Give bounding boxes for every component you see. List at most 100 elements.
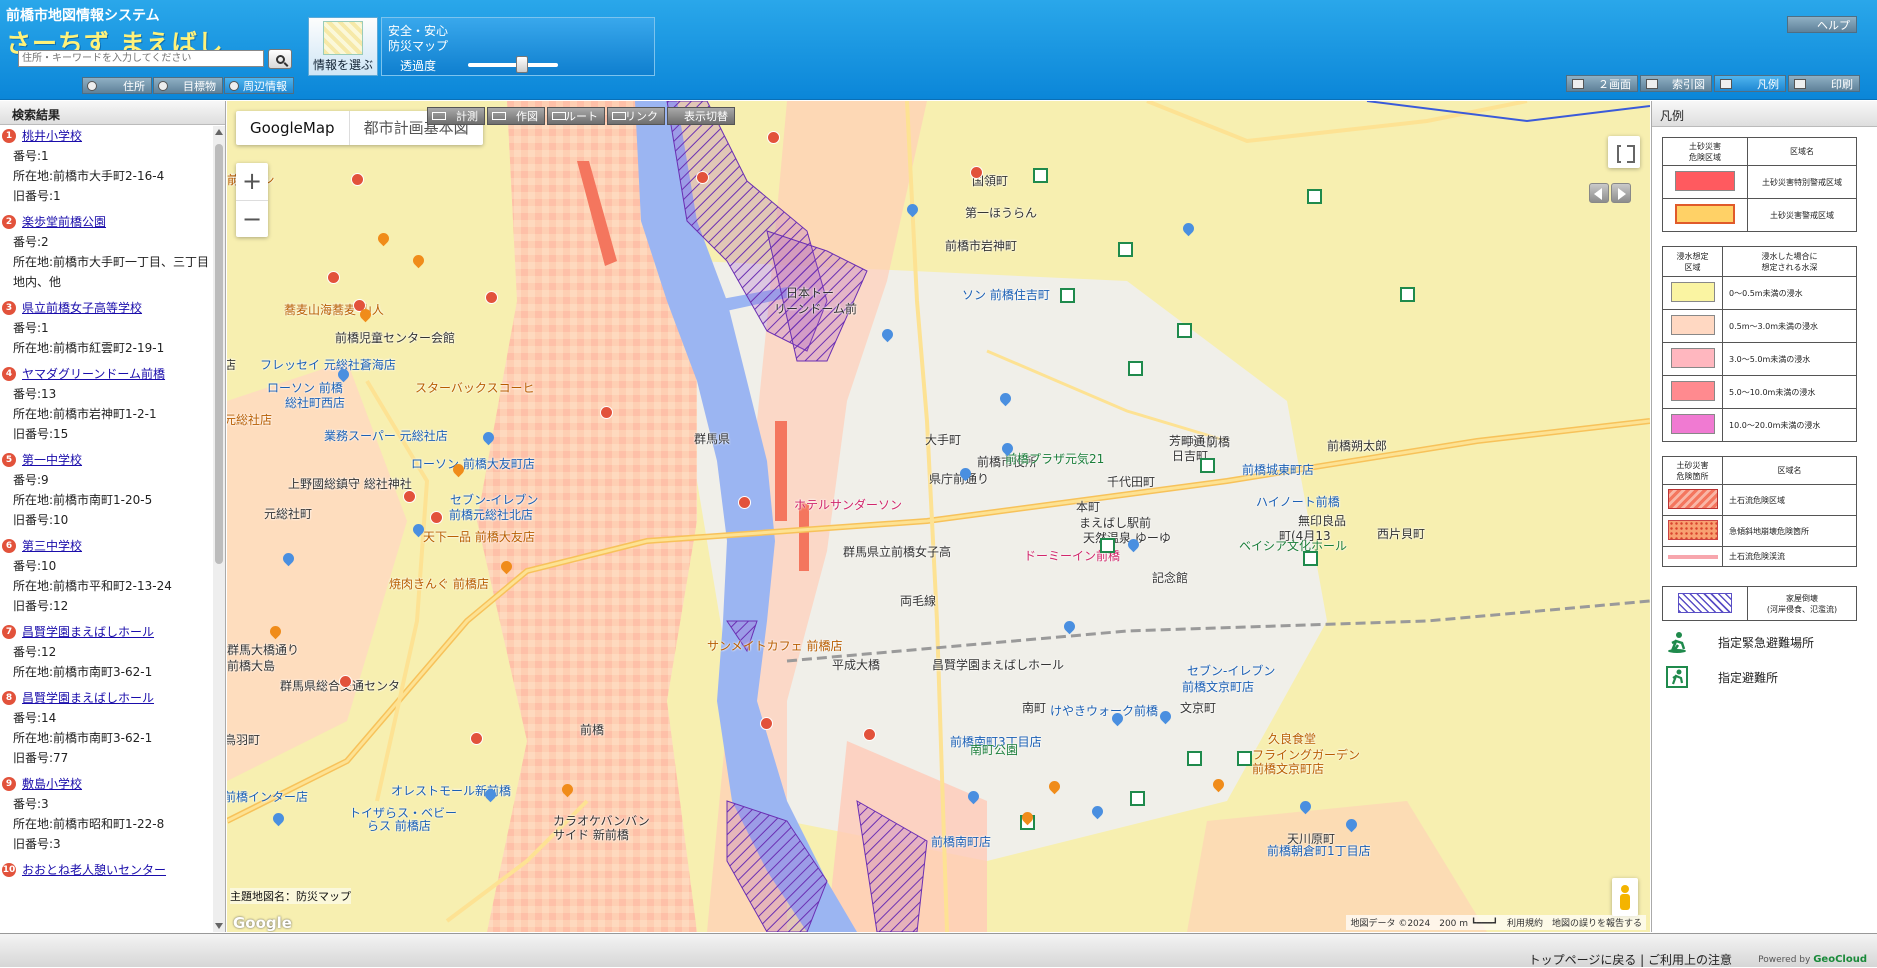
search-result-marker-icon[interactable] xyxy=(470,732,483,745)
legend-label: 3.0～5.0m未満の浸水 xyxy=(1722,342,1857,376)
search-result-marker-icon[interactable] xyxy=(351,173,364,186)
map-place-label: 総社町西店 xyxy=(285,396,346,410)
zoom-out-button[interactable]: − xyxy=(236,200,268,237)
result-address: 所在地:前橋市昭和町1-22-8 xyxy=(13,817,165,831)
map-place-label: 南町公園 xyxy=(970,743,1019,757)
map-place-label: 前橋市岩神町 xyxy=(945,239,1018,253)
search-input[interactable] xyxy=(18,50,264,67)
map-place-label: サイド 新前橋 xyxy=(553,828,629,842)
result-marker-icon: 1 xyxy=(2,129,16,143)
result-link[interactable]: 昌賢学園まえばしホール xyxy=(22,691,154,705)
map-place-label: 西片貝町 xyxy=(1377,527,1426,541)
shelter-icon[interactable] xyxy=(1177,323,1192,338)
search-result-item: 3 県立前橋女子高等学校 番号:1 所在地:前橋市紅雲町2-19-1 xyxy=(0,298,210,364)
result-link[interactable]: 第一中学校 xyxy=(22,453,82,467)
scroll-up-icon[interactable] xyxy=(215,129,223,135)
search-result-marker-icon[interactable] xyxy=(738,496,751,509)
result-link[interactable]: 楽歩堂前橋公園 xyxy=(22,215,106,229)
search-result-marker-icon[interactable] xyxy=(767,131,780,144)
search-result-marker-icon[interactable] xyxy=(403,490,416,503)
map-attribution[interactable]: 地図データ ©2024 200 m ┗━━━┛ 利用規約 地図の誤りを報告する xyxy=(1346,915,1646,930)
result-link[interactable]: ヤマダグリーンドーム前橋 xyxy=(22,367,165,381)
map-place-label: サンメイトカフェ 前橋店 xyxy=(707,639,843,653)
help-button[interactable]: ヘルプ xyxy=(1787,16,1857,33)
display-toggle-button[interactable]: 表示切替 xyxy=(667,107,735,125)
street-view-pegman-icon[interactable] xyxy=(1612,878,1638,916)
shelter-icon[interactable] xyxy=(1118,242,1133,257)
map-place-label: 前橋大島 xyxy=(227,659,276,673)
result-link[interactable]: 桃井小学校 xyxy=(22,129,82,143)
result-address: 所在地:前橋市南町3-62-1 xyxy=(13,665,153,679)
shelter-icon[interactable] xyxy=(1060,288,1075,303)
search-tab-address[interactable]: 住所 xyxy=(82,77,152,94)
result-link[interactable]: 第三中学校 xyxy=(22,539,82,553)
search-result-marker-icon[interactable] xyxy=(863,728,876,741)
search-result-marker-icon[interactable] xyxy=(430,511,443,524)
index-map-button[interactable]: 索引図 xyxy=(1640,75,1712,92)
route-button[interactable]: ルート xyxy=(547,107,605,125)
map-place-label: けやきウォーク前橋 xyxy=(1050,704,1159,718)
search-result-marker-icon[interactable] xyxy=(760,717,773,730)
result-link[interactable]: 昌賢学園まえばしホール xyxy=(22,625,154,639)
search-button[interactable] xyxy=(268,49,292,69)
shelter-icon[interactable] xyxy=(1237,751,1252,766)
zoom-in-button[interactable]: + xyxy=(236,163,268,200)
map-back-button[interactable] xyxy=(1589,183,1609,203)
result-link[interactable]: 敷島小学校 xyxy=(22,777,82,791)
shelter-icon[interactable] xyxy=(1130,791,1145,806)
map-thumbnail-icon xyxy=(323,21,363,55)
map-place-label: 群馬県立前橋女子高 xyxy=(843,545,952,559)
search-tab-nearby[interactable]: 周辺情報 xyxy=(224,77,294,94)
map-forward-button[interactable] xyxy=(1611,183,1631,203)
map-place-label: 南町 xyxy=(1022,701,1047,715)
search-result-marker-icon[interactable] xyxy=(327,271,340,284)
search-tab-landmark[interactable]: 目標物 xyxy=(153,77,223,94)
result-link[interactable]: 県立前橋女子高等学校 xyxy=(22,301,142,315)
map-place-label: リーンドーム前 xyxy=(774,302,858,316)
map-place-label: 前橋南町店 xyxy=(931,835,992,849)
search-result-marker-icon[interactable] xyxy=(696,171,709,184)
search-result-marker-icon[interactable] xyxy=(485,291,498,304)
pencil-icon xyxy=(492,112,506,120)
draw-button[interactable]: 作図 xyxy=(487,107,545,125)
search-result-marker-icon[interactable] xyxy=(970,166,983,179)
tab-googlemap[interactable]: GoogleMap xyxy=(236,111,349,145)
map-place-label: 前橋城東町店 xyxy=(1242,463,1315,477)
result-title: 5 第一中学校 xyxy=(0,450,210,470)
scrollbar-thumb[interactable] xyxy=(215,144,223,564)
map-place-label: 久良食堂 xyxy=(1268,732,1317,746)
result-marker-icon: 10 xyxy=(2,863,16,877)
dual-screen-button[interactable]: ２画面 xyxy=(1566,75,1638,92)
app-footer: トップページに戻る | ご利用上の注意 Powered by GeoCloud xyxy=(0,933,1877,967)
measure-button[interactable]: 計測 xyxy=(427,107,485,125)
result-old-number: 旧番号:10 xyxy=(13,513,69,527)
shelter-icon[interactable] xyxy=(1400,287,1415,302)
map-canvas[interactable]: 国領町 第一ほうらん 前橋市岩神町 日本トー リーンドーム前 ソン 前橋住吉町 蕎麦山海蕎麦… xyxy=(227,101,1650,932)
fullscreen-button[interactable] xyxy=(1608,136,1640,168)
legend-label: 土石流危険区域 xyxy=(1722,484,1857,516)
shelter-icon[interactable] xyxy=(1100,538,1115,553)
shelter-icon[interactable] xyxy=(1200,458,1215,473)
result-link[interactable]: おおとね老人憩いセンター xyxy=(22,863,166,877)
legend-label: 土石流危険渓流 xyxy=(1722,546,1857,567)
results-scrollbar[interactable] xyxy=(213,126,225,932)
opacity-slider-thumb[interactable] xyxy=(516,56,528,73)
result-title: 9 敷島小学校 xyxy=(0,774,210,794)
shelter-icon[interactable] xyxy=(1307,189,1322,204)
result-marker-icon: 4 xyxy=(2,367,16,381)
shelter-icon[interactable] xyxy=(1303,551,1318,566)
result-number: 番号:2 xyxy=(13,235,49,249)
select-info-button[interactable]: 情報を選ぶ xyxy=(308,17,378,76)
legend-label: 0～0.5m未満の浸水 xyxy=(1722,276,1857,310)
print-button[interactable]: 印刷 xyxy=(1788,75,1860,92)
opacity-slider-track[interactable] xyxy=(468,63,558,67)
legend-button[interactable]: 凡例 xyxy=(1714,75,1786,92)
shelter-icon[interactable] xyxy=(1187,751,1202,766)
scroll-down-icon[interactable] xyxy=(215,923,223,929)
link-button[interactable]: リンク xyxy=(607,107,665,125)
search-result-marker-icon[interactable] xyxy=(339,675,352,688)
footer-links[interactable]: トップページに戻る | ご利用上の注意 xyxy=(1529,951,1732,968)
search-result-marker-icon[interactable] xyxy=(600,406,613,419)
shelter-icon[interactable] xyxy=(1128,361,1143,376)
shelter-icon[interactable] xyxy=(1033,168,1048,183)
